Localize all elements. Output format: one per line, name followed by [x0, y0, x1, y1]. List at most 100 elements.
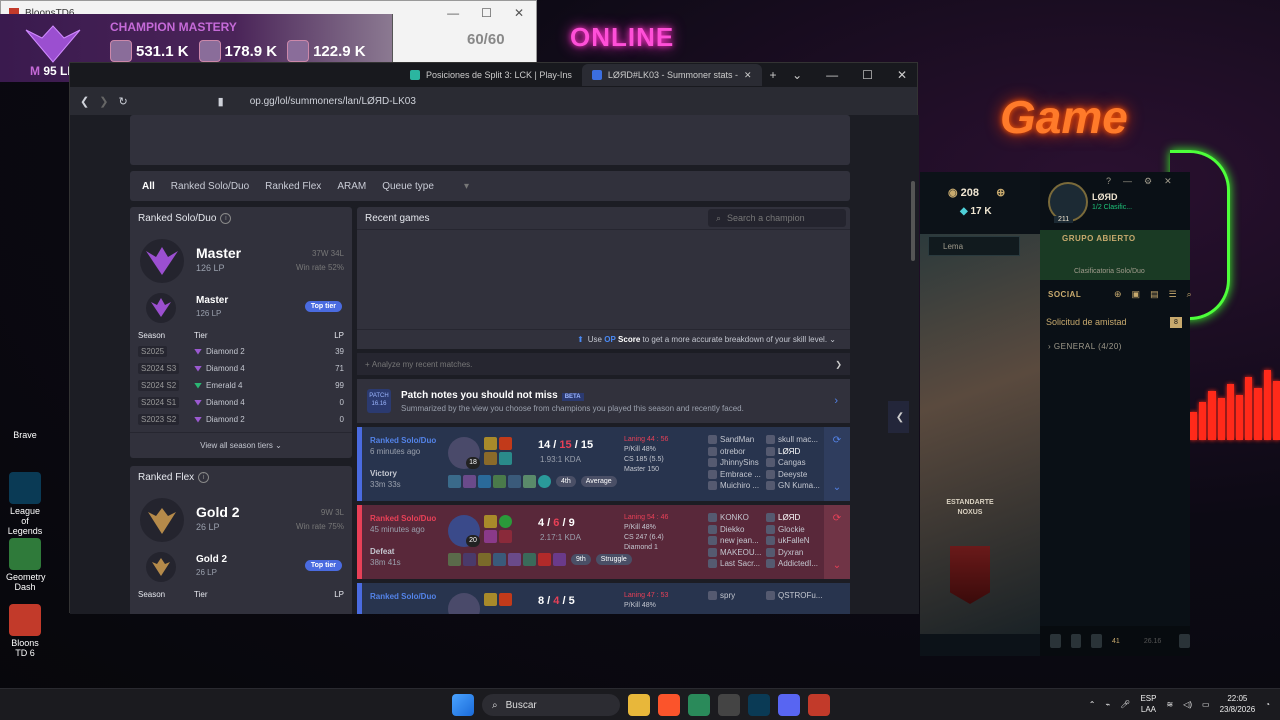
master-emblem-icon — [146, 293, 176, 323]
friend-requests[interactable]: Solicitud de amistad — [1046, 317, 1127, 327]
bookmark-icon[interactable]: ▮ — [218, 95, 224, 108]
gold-emblem-icon — [140, 498, 184, 542]
url-field[interactable]: op.gg/lol/summoners/lan/LØЯD-LK03 — [250, 96, 416, 107]
ai-analysis-icon: ⟳ — [832, 435, 842, 446]
expand-match-button[interactable]: ⟳ ⌄ — [824, 505, 850, 579]
page-scrollbar[interactable] — [909, 115, 917, 614]
battery-icon[interactable]: ▭ — [1202, 700, 1210, 709]
chevron-right-icon: ❯ — [835, 359, 842, 369]
new-tab-icon[interactable]: + — [770, 68, 777, 82]
desktop-icon-bloons[interactable]: Bloons TD 6 — [6, 604, 44, 658]
desktop-icon-geometry-dash[interactable]: Geometry Dash — [6, 538, 46, 592]
minimize-icon[interactable]: — — [826, 68, 838, 82]
motto-field[interactable]: Lema — [928, 236, 1020, 256]
team-red: QSTROFu... — [766, 590, 822, 602]
mic-icon[interactable]: 🎤︎ — [1120, 700, 1130, 709]
filter-solo[interactable]: Ranked Solo/Duo — [171, 181, 249, 192]
chevron-down-icon: ⌄ — [832, 560, 842, 571]
flex-panel: Ranked Flex i Gold 2 26 LP 9W 3L Win rate … — [130, 466, 352, 614]
team-red: skull mac... LØЯD Cangas Deeyste GN Kuma... — [766, 434, 820, 492]
chat-icon[interactable] — [1050, 634, 1061, 648]
league-icon[interactable] — [748, 694, 770, 716]
add-rp-icon[interactable]: ⊕ — [996, 187, 1005, 199]
bloons-icon[interactable] — [808, 694, 830, 716]
input-language[interactable]: ESP LAA — [1140, 693, 1156, 715]
tab-opgg[interactable]: LØЯD#LK03 - Summoner stats - ✕ — [581, 64, 762, 86]
view-all-seasons-button[interactable]: View all season tiers ⌄ — [130, 432, 352, 458]
brave-icon[interactable] — [658, 694, 680, 716]
close-icon[interactable]: ✕ — [514, 6, 524, 20]
discord-icon[interactable] — [778, 694, 800, 716]
voice-icon[interactable] — [1091, 634, 1103, 648]
league-client[interactable]: ◉ 208 ⊕ ◆ 17 K Lema ESTANDARTE NOXUS 211 … — [920, 172, 1192, 656]
start-icon[interactable] — [452, 694, 474, 716]
minimize-icon[interactable]: — — [447, 6, 459, 20]
recent-games-column: Recent games ⌕ Search a champion ⬆ Use OP … — [357, 207, 850, 614]
minimize-icon[interactable]: — — [1123, 176, 1132, 187]
plus-icon: + — [365, 359, 370, 369]
volume-icon[interactable]: ◁) — [1183, 700, 1192, 709]
taskbar-search[interactable]: ⌕ Buscar — [482, 694, 620, 716]
open-group-panel[interactable]: GRUPO ABIERTO Clasificatoria Solo/Duo — [1040, 230, 1190, 280]
back-icon[interactable]: ❮ — [80, 95, 89, 108]
file-explorer-icon[interactable] — [628, 694, 650, 716]
app-icon[interactable] — [688, 694, 710, 716]
filter-aram[interactable]: ARAM — [337, 181, 366, 192]
add-friend-icon[interactable]: ⊕ — [1114, 289, 1122, 300]
notifications-icon[interactable]: ◔ — [1265, 700, 1270, 709]
maximize-icon[interactable]: ☐ — [481, 6, 492, 20]
solo-peak: Master 126 LP Top tier — [130, 287, 352, 327]
system-tray: ⌃ ⌁ 🎤︎ ESP LAA ≋ ◁) ▭ 22:05 23/8/2026 ◔ — [1089, 693, 1270, 715]
overlay-title: CHAMPION MASTERY — [110, 20, 237, 34]
patch-notes-card[interactable]: PATCH 16.16 Patch notes you should not mi… — [357, 379, 850, 423]
address-bar: ❮ ❯ ↻ ▮ op.gg/lol/summoners/lan/LØЯD-LK0… — [70, 87, 917, 168]
filter-all[interactable]: All — [142, 181, 155, 192]
analyze-matches-button[interactable]: + Analyze my recent matches. ❯ — [357, 353, 850, 375]
close-icon[interactable]: ✕ — [1164, 176, 1172, 187]
arrow-up-icon: ⬆ — [577, 335, 584, 344]
list-icon[interactable]: ☰ — [1169, 289, 1177, 300]
champion-search-input[interactable]: ⌕ Search a champion — [708, 209, 846, 227]
wifi-icon[interactable]: ≋ — [1166, 700, 1173, 709]
queue-filter: All Ranked Solo/Duo Ranked Flex ARAM Que… — [130, 171, 850, 201]
reload-icon[interactable]: ↻ — [118, 95, 127, 108]
help-icon[interactable]: ? — [1106, 176, 1111, 187]
solo-tier: Master — [196, 245, 242, 261]
network-icon[interactable]: ⌁ — [1105, 700, 1110, 709]
info-icon[interactable]: i — [220, 212, 232, 224]
report-icon[interactable] — [1179, 634, 1191, 648]
chevron-up-icon[interactable]: ⌃ — [1089, 700, 1096, 709]
tab-lck[interactable]: Posiciones de Split 3: LCK | Play-Ins — [400, 64, 582, 86]
summoner-level: 211 — [1054, 216, 1074, 223]
close-icon[interactable]: ✕ — [897, 68, 907, 82]
settings-icon[interactable]: ⚙ — [1144, 176, 1152, 187]
filter-queue-type[interactable]: Queue type ▾ — [382, 181, 469, 192]
season-row: S2024 S1 Diamond 40 — [130, 394, 352, 411]
app-icon[interactable] — [718, 694, 740, 716]
browser-window[interactable]: Posiciones de Split 3: LCK | Play-Ins LØ… — [69, 62, 919, 614]
expand-match-button[interactable]: ⟳ ⌄ — [824, 427, 850, 501]
op-score-banner[interactable]: ⬆ Use OP Score to get a more accurate bre… — [357, 329, 850, 349]
search-icon[interactable]: ⌕ — [1187, 289, 1192, 300]
add-folder-icon[interactable]: ▣ — [1132, 289, 1141, 300]
sort-icon[interactable]: ▤ — [1150, 289, 1159, 300]
desktop-icon-brave[interactable]: Brave — [6, 430, 44, 440]
match-row[interactable]: Ranked Solo/Duo 6 minutes ago Victory 33m … — [357, 427, 850, 501]
general-friends-group[interactable]: › GENERAL (4/20) — [1048, 342, 1122, 351]
tab-list-icon[interactable]: ⌄ — [792, 68, 802, 82]
missions-icon[interactable] — [1070, 634, 1082, 648]
favicon-icon — [591, 70, 602, 80]
close-tab-icon[interactable]: ✕ — [744, 70, 752, 81]
clock[interactable]: 22:05 23/8/2026 — [1220, 693, 1256, 715]
maximize-icon[interactable]: ☐ — [862, 68, 873, 82]
forward-icon[interactable]: ❯ — [99, 95, 108, 108]
gold-emblem-icon — [146, 552, 176, 582]
team-blue: SandMan otrebor JhinnySins Embrace ... Muich… — [708, 434, 761, 492]
match-row[interactable]: Ranked Solo/Duo 45 minutes ago Defeat 38m … — [357, 505, 850, 579]
match-row[interactable]: Ranked Solo/Duo 8 / 4 / 5 Laning 47 : 53… — [357, 583, 850, 614]
desktop-icon-league[interactable]: League of Legends — [6, 472, 44, 536]
info-icon[interactable]: i — [198, 471, 210, 483]
page-content: All Ranked Solo/Duo Ranked Flex ARAM Que… — [70, 115, 919, 614]
client-version: 26.16 — [1143, 637, 1162, 645]
filter-flex[interactable]: Ranked Flex — [265, 181, 321, 192]
